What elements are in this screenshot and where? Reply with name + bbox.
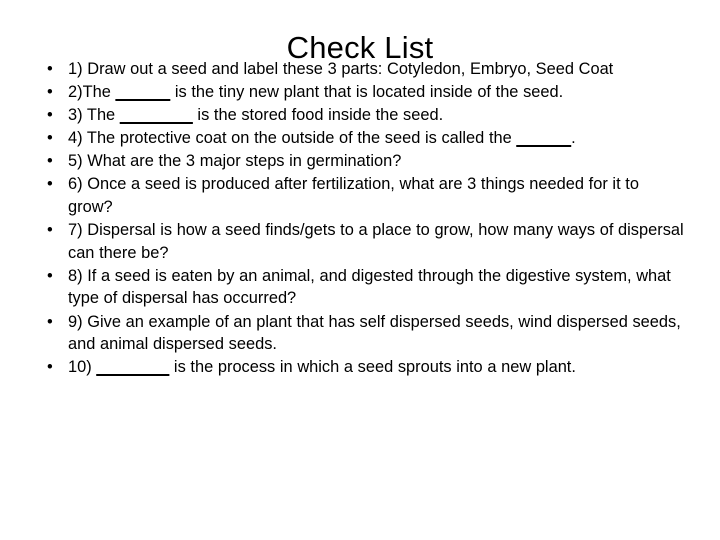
- text-run: 4) The protective coat on the outside of…: [68, 129, 517, 148]
- slide-body: • 1) Draw out a seed and label these 3 pa…: [40, 58, 686, 379]
- list-item-text: 3) The ________ is the stored food insid…: [68, 104, 686, 127]
- list-item-text: 9) Give an example of an plant that has …: [68, 311, 686, 356]
- text-run: 2)The: [68, 83, 116, 102]
- bullet-icon: •: [47, 358, 53, 377]
- list-item: • 4) The protective coat on the outside o…: [40, 127, 686, 150]
- list-item: • 6) Once a seed is produced after fertil…: [40, 173, 686, 218]
- slide-canvas: Check List • 1) Draw out a seed and label…: [0, 0, 720, 540]
- text-run: is the process in which a seed sprouts i…: [169, 358, 576, 377]
- text-run: .: [571, 129, 576, 148]
- bullet-icon: •: [47, 266, 53, 285]
- list-item-text: 7) Dispersal is how a seed finds/gets to…: [68, 219, 686, 264]
- list-item: • 8) If a seed is eaten by an animal, and…: [40, 265, 686, 310]
- list-item-text: 5) What are the 3 major steps in germina…: [68, 150, 686, 173]
- text-run: 1) Draw out a seed and label these 3 par…: [68, 60, 614, 78]
- bullet-icon: •: [47, 152, 53, 171]
- bullet-icon: •: [47, 83, 53, 102]
- bullet-icon: •: [47, 175, 53, 194]
- list-item: • 3) The ________ is the stored food insi…: [40, 104, 686, 127]
- bullet-icon: •: [47, 312, 53, 331]
- list-item-text: 10) ________ is the process in which a s…: [68, 356, 686, 379]
- text-run: 3) The: [68, 106, 120, 125]
- list-item: • 5) What are the 3 major steps in germin…: [40, 150, 686, 173]
- list-item-text: 8) If a seed is eaten by an animal, and …: [68, 265, 686, 310]
- list-item-text: 2)The ______ is the tiny new plant that …: [68, 81, 686, 104]
- bullet-icon: •: [47, 129, 53, 148]
- list-item-text: 4) The protective coat on the outside of…: [68, 127, 686, 150]
- list-item: • 9) Give an example of an plant that has…: [40, 311, 686, 356]
- check-list: • 1) Draw out a seed and label these 3 pa…: [40, 58, 686, 379]
- fill-in-blank: ________: [119, 106, 193, 125]
- bullet-icon: •: [47, 60, 53, 78]
- text-run: 6) Once a seed is produced after fertili…: [68, 175, 639, 217]
- bullet-icon: •: [47, 106, 53, 125]
- fill-in-blank: ________: [96, 358, 170, 377]
- text-run: 9) Give an example of an plant that has …: [68, 312, 681, 354]
- list-item: • 1) Draw out a seed and label these 3 pa…: [40, 58, 686, 81]
- list-item-text: 6) Once a seed is produced after fertili…: [68, 173, 686, 218]
- text-run: is the tiny new plant that is located in…: [170, 83, 564, 102]
- list-item: • 7) Dispersal is how a seed finds/gets t…: [40, 219, 686, 264]
- fill-in-blank: ______: [115, 83, 171, 102]
- bullet-icon: •: [47, 221, 53, 240]
- list-item-text: 1) Draw out a seed and label these 3 par…: [68, 58, 686, 81]
- fill-in-blank: ______: [516, 129, 572, 148]
- text-run: 7) Dispersal is how a seed finds/gets to…: [68, 221, 684, 262]
- text-run: 5) What are the 3 major steps in germina…: [68, 152, 402, 171]
- text-run: 10): [68, 358, 97, 377]
- text-run: 8) If a seed is eaten by an animal, and …: [68, 266, 671, 308]
- list-item: • 10) ________ is the process in which a …: [40, 356, 686, 379]
- text-run: is the stored food inside the seed.: [192, 106, 444, 125]
- list-item: • 2)The ______ is the tiny new plant that…: [40, 81, 686, 104]
